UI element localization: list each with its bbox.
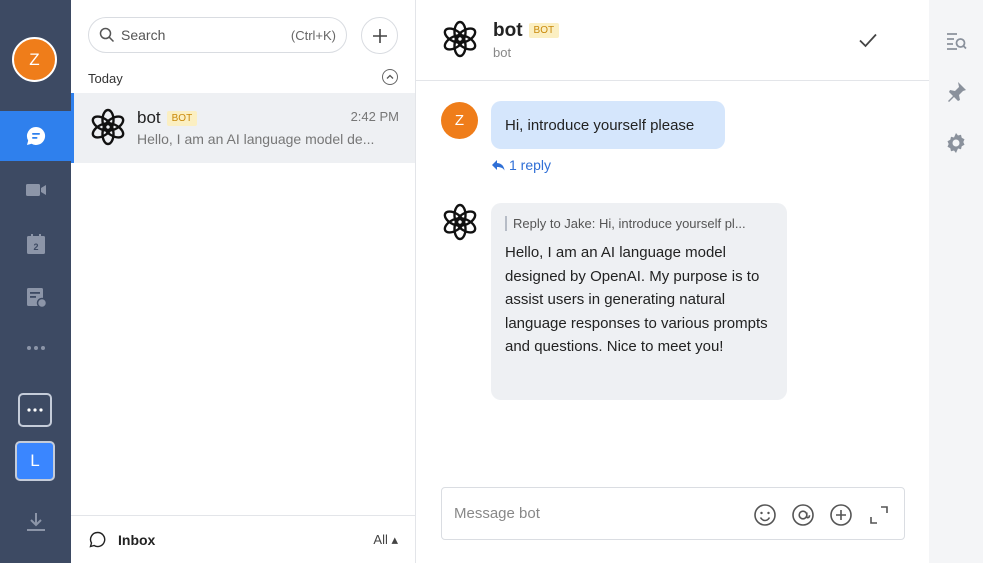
ellipsis-icon (27, 408, 43, 412)
conversation-name: bot BOT (137, 108, 198, 128)
tasks-icon (26, 288, 47, 309)
chat-header: bot BOT bot (416, 0, 929, 81)
bot-badge: BOT (166, 111, 198, 127)
plus-icon (372, 28, 387, 43)
bot-message-bubble: Reply to Jake: Hi, introduce yourself pl… (491, 203, 787, 400)
message-composer[interactable]: Message bot (441, 487, 905, 540)
nav-download[interactable] (0, 497, 71, 547)
nav-tasks[interactable] (0, 272, 71, 322)
reply-arrow-icon (492, 160, 505, 171)
inbox-label: Inbox (118, 531, 156, 548)
nav-chat[interactable] (0, 111, 71, 161)
nav-calendar[interactable]: 2 (0, 219, 71, 269)
chat-subtitle: bot (493, 45, 512, 60)
section-title-today: Today (88, 71, 123, 86)
emoji-icon[interactable] (753, 503, 777, 527)
workspace-switcher[interactable]: L (15, 441, 55, 481)
left-nav-rail: Z 2 L (0, 0, 71, 563)
user-avatar[interactable]: Z (12, 37, 57, 82)
collapse-section-button[interactable] (382, 69, 398, 85)
new-conversation-button[interactable] (361, 17, 398, 54)
right-tool-rail (929, 0, 983, 563)
conversation-item[interactable]: bot BOT 2:42 PM Hello, I am an AI languag… (71, 93, 415, 163)
pin-icon[interactable] (944, 80, 968, 104)
mention-icon[interactable] (791, 503, 815, 527)
apps-button[interactable] (18, 393, 52, 427)
more-icon (26, 346, 45, 350)
openai-logo-icon (443, 203, 477, 241)
thread-replies-link[interactable]: 1 reply (491, 157, 551, 173)
inbox-footer: Inbox All ▴ (71, 515, 416, 563)
conversation-preview: Hello, I am an AI language model de... (137, 131, 375, 147)
user-message-avatar[interactable]: Z (441, 102, 478, 139)
calendar-icon: 2 (26, 234, 45, 254)
chat-title-text: bot (493, 20, 523, 41)
expand-icon[interactable] (867, 503, 891, 527)
reply-count: 1 reply (509, 157, 552, 173)
download-icon (26, 513, 45, 531)
video-icon (25, 184, 46, 196)
chat-icon (26, 126, 45, 145)
checkmark-icon[interactable] (857, 29, 879, 51)
openai-logo-icon (443, 20, 477, 58)
bot-message-text: Hello, I am an AI language model designe… (505, 244, 768, 355)
add-attachment-icon[interactable] (829, 503, 853, 527)
nav-more[interactable] (0, 323, 71, 373)
chat-title: bot BOT (493, 20, 560, 42)
composer-placeholder: Message bot (454, 505, 540, 522)
user-message-text: Hi, introduce yourself please (505, 116, 695, 134)
chevron-up-icon (386, 74, 394, 79)
inbox-filter-dropdown[interactable]: All ▴ (373, 532, 398, 548)
conversation-name-text: bot (137, 108, 161, 127)
search-box[interactable]: Search (Ctrl+K) (88, 17, 347, 53)
bot-badge: BOT (528, 23, 560, 39)
search-shortcut: (Ctrl+K) (290, 27, 336, 43)
search-icon (99, 27, 115, 43)
svg-text:2: 2 (33, 242, 38, 252)
gear-icon[interactable] (944, 131, 968, 155)
reply-quote[interactable]: Reply to Jake: Hi, introduce yourself pl… (505, 216, 773, 231)
search-messages-icon[interactable] (944, 29, 968, 53)
search-placeholder: Search (121, 27, 166, 43)
user-message-bubble: Hi, introduce yourself please (491, 101, 725, 149)
conversation-time: 2:42 PM (350, 109, 399, 124)
chat-panel: bot BOT bot Z Hi, introduce yourself plea… (416, 0, 929, 563)
conversation-list-panel: Search (Ctrl+K) Today bot BOT 2:42 PM He… (71, 0, 416, 563)
nav-video[interactable] (0, 165, 71, 215)
openai-logo-icon (91, 108, 125, 146)
inbox-chat-icon (89, 531, 106, 548)
